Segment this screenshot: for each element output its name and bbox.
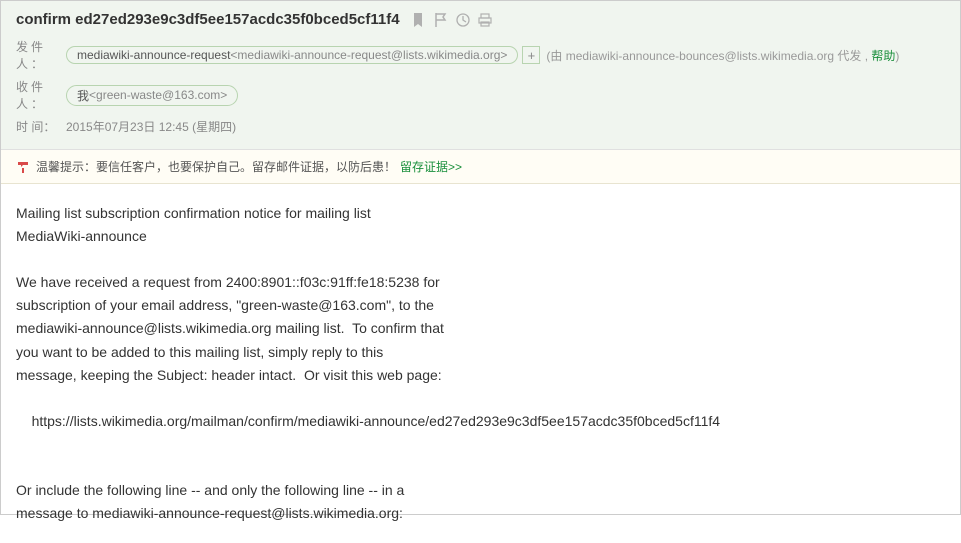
- tip-label: 温馨提示：: [36, 160, 96, 174]
- to-addr: <green-waste@163.com>: [89, 88, 227, 102]
- email-body: Mailing list subscription confirmation n…: [1, 184, 960, 543]
- sent-by-prefix: (由: [546, 49, 565, 63]
- sent-by-addr: mediawiki-announce-bounces@lists.wikimed…: [566, 49, 834, 63]
- subject-actions: [412, 13, 492, 27]
- to-row: 收件人： 我 <green-waste@163.com>: [16, 78, 945, 112]
- subject-text: confirm ed27ed293e9c3df5ee157acdc35f0bce…: [16, 11, 400, 28]
- clock-icon[interactable]: [456, 13, 470, 27]
- tip-body: 要信任客户，也要保护自己。留存邮件证据，以防后患！: [96, 160, 396, 174]
- time-value: 2015年07月23日 12:45 (星期四): [66, 118, 236, 135]
- tip-bar: 温馨提示：要信任客户，也要保护自己。留存邮件证据，以防后患！ 留存证据>>: [1, 150, 960, 184]
- help-link[interactable]: 帮助: [871, 49, 895, 63]
- bookmark-icon[interactable]: [412, 13, 426, 27]
- tip-link[interactable]: 留存证据>>: [400, 158, 462, 175]
- print-icon[interactable]: [478, 13, 492, 27]
- tip-text: 温馨提示：要信任客户，也要保护自己。留存邮件证据，以防后患！: [36, 158, 396, 175]
- flag-icon[interactable]: [434, 13, 448, 27]
- from-label: 发件人：: [16, 38, 66, 72]
- from-addr: <mediawiki-announce-request@lists.wikime…: [230, 48, 507, 62]
- sent-by-close: ): [895, 49, 899, 63]
- time-row: 时 间： 2015年07月23日 12:45 (星期四): [16, 118, 945, 135]
- to-name: 我: [77, 87, 89, 104]
- from-chip[interactable]: mediawiki-announce-request <mediawiki-an…: [66, 46, 518, 64]
- email-header: confirm ed27ed293e9c3df5ee157acdc35f0bce…: [1, 1, 960, 150]
- time-label: 时 间：: [16, 118, 66, 135]
- sent-by-suffix: 代发 ,: [834, 49, 871, 63]
- from-name: mediawiki-announce-request: [77, 48, 230, 62]
- sent-by-info: (由 mediawiki-announce-bounces@lists.wiki…: [546, 47, 899, 64]
- tip-icon: [16, 160, 30, 174]
- to-chip[interactable]: 我 <green-waste@163.com>: [66, 85, 238, 106]
- subject-line: confirm ed27ed293e9c3df5ee157acdc35f0bce…: [16, 11, 945, 28]
- from-row: 发件人： mediawiki-announce-request <mediawi…: [16, 38, 945, 72]
- to-label: 收件人：: [16, 78, 66, 112]
- add-contact-button[interactable]: +: [522, 46, 540, 64]
